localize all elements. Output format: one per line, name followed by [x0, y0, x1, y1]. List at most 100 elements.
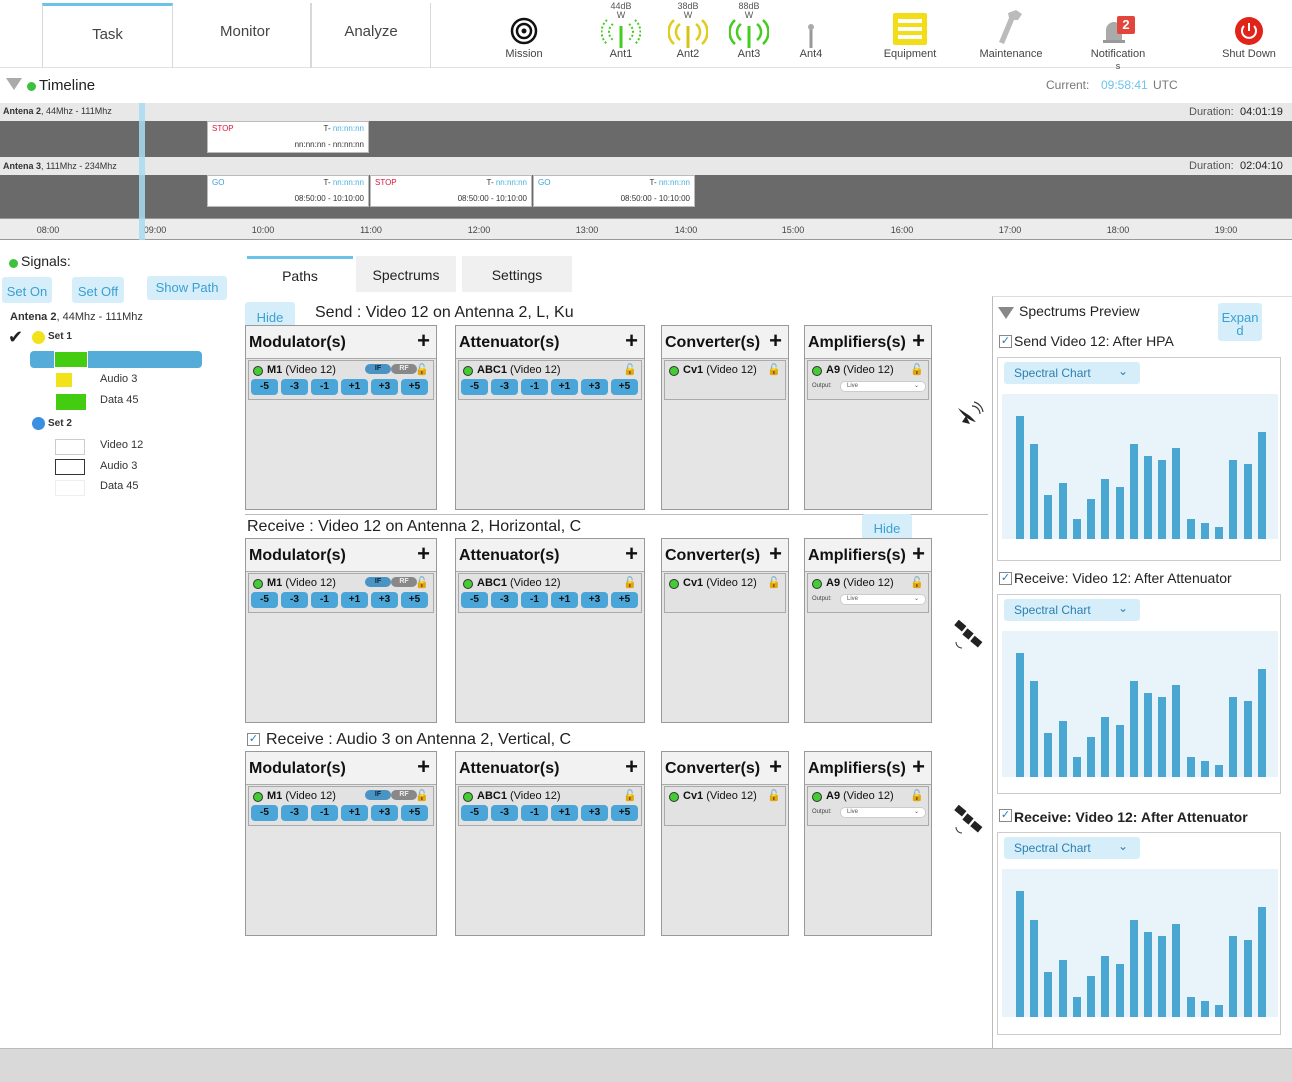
device-card[interactable]: Cv1 (Video 12) 🔓 — [664, 786, 786, 826]
step-button[interactable]: -3 — [491, 379, 518, 395]
output-select[interactable]: Live ⌄ — [840, 807, 926, 818]
rf-toggle[interactable]: RF — [391, 577, 417, 587]
signal-label[interactable]: Data 45 — [100, 394, 139, 406]
signal-label[interactable]: Video 12 — [100, 439, 143, 451]
ant4-button[interactable]: Ant4 — [771, 2, 851, 64]
chart-type-select[interactable]: Spectral Chart ⌄ — [1004, 362, 1140, 384]
preview-checkbox[interactable]: ✓ — [999, 572, 1012, 585]
signal-label[interactable]: Audio 3 — [100, 373, 137, 385]
timeline-event[interactable]: GO T- nn:nn:nn 08:50:00 - 10:10:00 — [533, 175, 695, 207]
step-button[interactable]: -1 — [311, 805, 338, 821]
step-button[interactable]: -3 — [281, 379, 308, 395]
tab-paths[interactable]: Paths — [247, 256, 353, 292]
add-icon[interactable]: + — [625, 541, 638, 567]
chart-type-select[interactable]: Spectral Chart ⌄ — [1004, 837, 1140, 859]
device-card[interactable]: M1 (Video 12) 🔓 IF RF -5 -3 -1 +1 +3 +5 — [248, 786, 434, 826]
timeline-event[interactable]: GO T- nn:nn:nn 08:50:00 - 10:10:00 — [207, 175, 369, 207]
device-card[interactable]: M1 (Video 12) 🔓 IF RF -5 -3 -1 +1 +3 +5 — [248, 573, 434, 613]
step-button[interactable]: -5 — [461, 379, 488, 395]
timeline-event[interactable]: STOP T- nn:nn:nn 08:50:00 - 10:10:00 — [370, 175, 532, 207]
selected-signal-row[interactable] — [30, 351, 202, 368]
device-card[interactable]: ABC1 (Video 12) 🔓 -5 -3 -1 +1 +3 +5 — [458, 573, 642, 613]
equipment-button[interactable]: Equipment — [870, 2, 950, 64]
rf-toggle[interactable]: RF — [391, 790, 417, 800]
lock-icon[interactable]: 🔓 — [910, 789, 924, 802]
mission-button[interactable]: Mission — [484, 2, 564, 64]
chart-type-select[interactable]: Spectral Chart ⌄ — [1004, 599, 1140, 621]
tab-monitor[interactable]: Monitor — [180, 3, 311, 68]
path-checkbox[interactable]: ✓ — [247, 733, 260, 746]
device-card[interactable]: M1 (Video 12) 🔓 IF RF -5 -3 -1 +1 +3 +5 — [248, 360, 434, 400]
add-icon[interactable]: + — [912, 754, 925, 780]
set-on-button[interactable]: Set On — [2, 277, 52, 303]
step-button[interactable]: -1 — [521, 379, 548, 395]
lock-icon[interactable]: 🔓 — [910, 576, 924, 589]
step-button[interactable]: +1 — [341, 592, 368, 608]
device-card[interactable]: A9 (Video 12) 🔓 Output: Live ⌄ — [807, 360, 929, 400]
add-icon[interactable]: + — [769, 328, 782, 354]
step-button[interactable]: +5 — [401, 379, 428, 395]
step-button[interactable]: -5 — [461, 805, 488, 821]
step-button[interactable]: -5 — [251, 379, 278, 395]
add-icon[interactable]: + — [625, 754, 638, 780]
set-off-button[interactable]: Set Off — [72, 277, 124, 303]
output-select[interactable]: Live ⌄ — [840, 381, 926, 392]
show-path-button[interactable]: Show Path — [147, 276, 227, 300]
device-card[interactable]: Cv1 (Video 12) 🔓 — [664, 573, 786, 613]
step-button[interactable]: +5 — [611, 379, 638, 395]
if-toggle[interactable]: IF — [365, 364, 391, 374]
lock-icon[interactable]: 🔓 — [623, 789, 637, 802]
collapse-triangle-icon[interactable] — [998, 307, 1014, 319]
preview-checkbox[interactable]: ✓ — [999, 809, 1012, 822]
rf-toggle[interactable]: RF — [391, 364, 417, 374]
step-button[interactable]: -5 — [251, 805, 278, 821]
set-2-label[interactable]: Set 2 — [48, 418, 72, 429]
step-button[interactable]: +1 — [551, 592, 578, 608]
add-icon[interactable]: + — [769, 754, 782, 780]
step-button[interactable]: +3 — [371, 805, 398, 821]
add-icon[interactable]: + — [912, 541, 925, 567]
step-button[interactable]: +1 — [341, 379, 368, 395]
step-button[interactable]: -5 — [461, 592, 488, 608]
tab-analyze[interactable]: Analyze — [311, 3, 431, 68]
device-card[interactable]: A9 (Video 12) 🔓 Output: Live ⌄ — [807, 573, 929, 613]
add-icon[interactable]: + — [417, 328, 430, 354]
step-button[interactable]: +3 — [581, 379, 608, 395]
tab-settings[interactable]: Settings — [462, 256, 572, 292]
lock-icon[interactable]: 🔓 — [623, 363, 637, 376]
step-button[interactable]: +5 — [401, 805, 428, 821]
hide-button[interactable]: Hide — [862, 514, 912, 540]
step-button[interactable]: -3 — [281, 805, 308, 821]
step-button[interactable]: +3 — [581, 592, 608, 608]
output-select[interactable]: Live ⌄ — [840, 594, 926, 605]
notification-button[interactable]: 2 Notification s — [1078, 2, 1158, 71]
timeline-event[interactable]: STOP T- nn:nn:nn nn:nn:nn - nn:nn:nn — [207, 121, 369, 153]
add-icon[interactable]: + — [417, 754, 430, 780]
signal-label[interactable]: Data 45 — [100, 480, 139, 492]
step-button[interactable]: +1 — [551, 805, 578, 821]
device-card[interactable]: ABC1 (Video 12) 🔓 -5 -3 -1 +1 +3 +5 — [458, 786, 642, 826]
step-button[interactable]: +5 — [611, 592, 638, 608]
step-button[interactable]: -3 — [281, 592, 308, 608]
step-button[interactable]: -1 — [311, 379, 338, 395]
lock-icon[interactable]: 🔓 — [415, 363, 429, 376]
step-button[interactable]: +3 — [371, 592, 398, 608]
tab-spectrums[interactable]: Spectrums — [356, 256, 456, 292]
step-button[interactable]: +5 — [401, 592, 428, 608]
step-button[interactable]: -1 — [521, 805, 548, 821]
step-button[interactable]: -1 — [521, 592, 548, 608]
step-button[interactable]: +3 — [371, 379, 398, 395]
lock-icon[interactable]: 🔓 — [767, 789, 781, 802]
step-button[interactable]: -3 — [491, 805, 518, 821]
lock-icon[interactable]: 🔓 — [767, 363, 781, 376]
step-button[interactable]: -5 — [251, 592, 278, 608]
step-button[interactable]: -1 — [311, 592, 338, 608]
device-card[interactable]: A9 (Video 12) 🔓 Output: Live ⌄ — [807, 786, 929, 826]
tab-task[interactable]: Task — [42, 3, 173, 68]
add-icon[interactable]: + — [417, 541, 430, 567]
add-icon[interactable]: + — [912, 328, 925, 354]
device-card[interactable]: Cv1 (Video 12) 🔓 — [664, 360, 786, 400]
step-button[interactable]: -3 — [491, 592, 518, 608]
step-button[interactable]: +3 — [581, 805, 608, 821]
if-toggle[interactable]: IF — [365, 577, 391, 587]
